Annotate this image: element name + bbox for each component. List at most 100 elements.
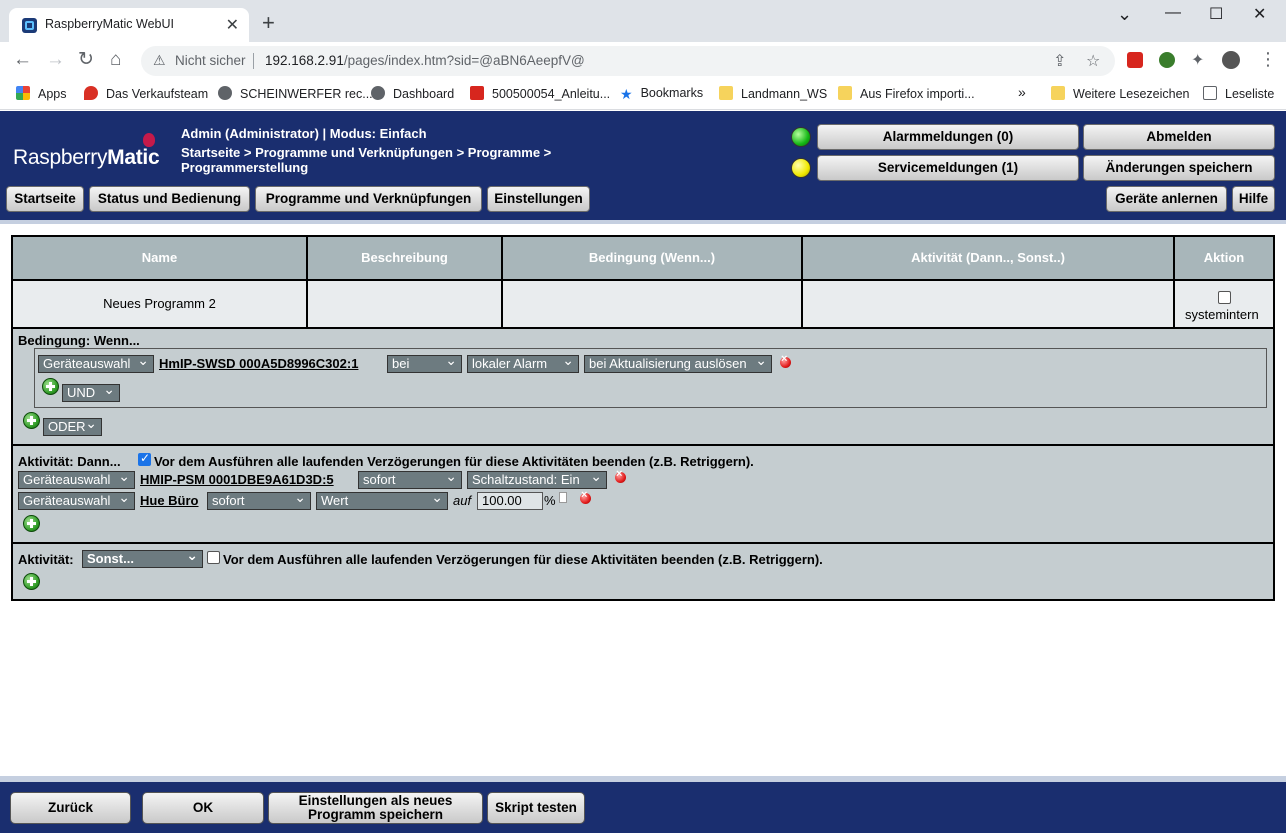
then-retrigger-label: Vor dem Ausführen alle laufenden Verzöge… xyxy=(154,454,754,469)
add-or-condition-icon[interactable] xyxy=(23,412,40,429)
condition-title: Bedingung: Wenn... xyxy=(18,333,140,348)
systemintern-checkbox[interactable] xyxy=(1218,291,1231,304)
col-header-name: Name xyxy=(13,237,308,279)
else-mode-select[interactable]: Sonst... xyxy=(82,550,203,568)
condition-trigger-select[interactable]: bei Aktualisierung auslösen xyxy=(584,355,772,373)
else-retrigger-checkbox[interactable] xyxy=(207,551,220,564)
share-icon[interactable]: ⇪ xyxy=(1053,51,1066,71)
back-arrow-icon[interactable]: ← xyxy=(13,50,32,70)
then-device-link-2[interactable]: Hue Büro xyxy=(140,493,199,508)
pdf-extension-icon[interactable] xyxy=(1127,52,1143,68)
bookmark-anleitung[interactable]: 500500054_Anleitu... xyxy=(470,86,610,101)
then-device-link-1[interactable]: HMIP-PSM 0001DBE9A61D3D:5 xyxy=(140,472,334,487)
close-window-icon[interactable]: ✕ xyxy=(1253,4,1266,24)
address-separator xyxy=(253,53,254,69)
logout-button[interactable]: Abmelden xyxy=(1083,124,1275,150)
profile-avatar-icon[interactable] xyxy=(1222,51,1240,69)
then-device-select-2[interactable]: Geräteauswahl xyxy=(18,492,135,510)
then-value-select-2[interactable]: Wert xyxy=(316,492,448,510)
extensions-puzzle-icon[interactable]: ✦ xyxy=(1191,51,1204,71)
help-button[interactable]: Hilfe xyxy=(1232,186,1275,212)
url-text[interactable]: 192.168.2.91/pages/index.htm?sid=@aBN6Ae… xyxy=(265,53,585,68)
nav-settings-button[interactable]: Einstellungen xyxy=(487,186,590,212)
bookmark-firefox-import[interactable]: Aus Firefox importi... xyxy=(838,86,975,101)
maximize-window-icon[interactable]: ☐ xyxy=(1209,4,1223,24)
bookmark-dashboard[interactable]: Dashboard xyxy=(371,86,454,101)
delete-condition-icon[interactable] xyxy=(780,353,791,368)
vpn-extension-icon[interactable] xyxy=(1159,52,1175,68)
pdf-icon xyxy=(470,86,484,100)
reload-icon[interactable]: ↻ xyxy=(78,50,94,70)
browser-toolbar: ← → ↻ ⌂ ⚠ Nicht sicher 192.168.2.91/page… xyxy=(0,42,1286,80)
else-section: Aktivität: Sonst... Vor dem Ausführen al… xyxy=(13,542,1273,599)
condition-parameter-select[interactable]: lokaler Alarm xyxy=(467,355,579,373)
note-icon[interactable] xyxy=(559,492,567,503)
tab-close-icon[interactable]: ✕ xyxy=(226,15,239,35)
bookmark-landmann[interactable]: Landmann_WS xyxy=(719,86,827,101)
add-then-activity-icon[interactable] xyxy=(23,515,40,532)
nav-programs-button[interactable]: Programme und Verknüpfungen xyxy=(255,186,482,212)
apps-grid-icon xyxy=(16,86,30,100)
add-else-activity-icon[interactable] xyxy=(23,573,40,590)
else-retrigger-label: Vor dem Ausführen alle laufenden Verzöge… xyxy=(223,552,823,567)
tab-search-icon[interactable]: ⌄ xyxy=(1117,4,1132,25)
save-as-new-program-button[interactable]: Einstellungen als neues Programm speiche… xyxy=(268,792,483,824)
alarm-messages-button[interactable]: Alarmmeldungen (0) xyxy=(817,124,1079,150)
bookmarks-bar: Apps Das Verkaufsteam SCHEINWERFER rec..… xyxy=(0,80,1286,110)
program-condition-cell xyxy=(503,279,803,327)
then-value-select-1[interactable]: Schaltzustand: Ein xyxy=(467,471,607,489)
bookmark-scheinwerfer[interactable]: SCHEINWERFER rec... xyxy=(218,86,373,101)
folder-icon xyxy=(719,86,733,100)
delete-then-row-2-icon[interactable] xyxy=(580,489,591,504)
and-operator-select[interactable]: UND xyxy=(62,384,120,402)
else-title: Aktivität: xyxy=(18,552,74,567)
condition-device-select[interactable]: Geräteauswahl xyxy=(38,355,154,373)
forward-arrow-icon[interactable]: → xyxy=(46,50,65,70)
bookmark-star-icon[interactable]: ☆ xyxy=(1086,51,1100,71)
back-button[interactable]: Zurück xyxy=(10,792,131,824)
then-value-input-2[interactable]: 100.00 xyxy=(477,492,543,510)
col-header-description: Beschreibung xyxy=(308,237,503,279)
new-tab-icon[interactable]: + xyxy=(262,12,275,34)
program-name[interactable]: Neues Programm 2 xyxy=(103,296,216,311)
bookmark-bookmarks[interactable]: ★ Bookmarks xyxy=(620,86,703,102)
app-header: RaspberryMatic Admin (Administrator) | M… xyxy=(0,111,1286,220)
save-changes-button[interactable]: Änderungen speichern xyxy=(1083,155,1275,181)
nav-home-button[interactable]: Startseite xyxy=(6,186,84,212)
program-activity-cell xyxy=(803,279,1175,327)
address-bar[interactable]: ⚠ Nicht sicher 192.168.2.91/pages/index.… xyxy=(141,46,1115,76)
bookmark-verkaufsteam[interactable]: Das Verkaufsteam xyxy=(84,86,208,101)
program-description-cell[interactable] xyxy=(308,279,503,327)
or-operator-select[interactable]: ODER xyxy=(43,418,102,436)
user-mode-info: Admin (Administrator) | Modus: Einfach xyxy=(181,126,427,141)
then-timing-select-2[interactable]: sofort xyxy=(207,492,311,510)
test-script-button[interactable]: Skript testen xyxy=(487,792,585,824)
then-timing-select-1[interactable]: sofort xyxy=(358,471,462,489)
header-divider xyxy=(0,220,1286,224)
more-bookmarks-icon[interactable]: » xyxy=(1018,84,1026,100)
delete-then-row-1-icon[interactable] xyxy=(615,468,626,483)
nav-status-button[interactable]: Status und Bedienung xyxy=(89,186,250,212)
program-name-cell[interactable]: Neues Programm 2 xyxy=(13,279,308,327)
service-messages-button[interactable]: Servicemeldungen (1) xyxy=(817,155,1079,181)
browser-menu-icon[interactable]: ⋮ xyxy=(1259,49,1277,69)
bookmark-apps[interactable]: Apps xyxy=(16,86,67,101)
teach-devices-button[interactable]: Geräte anlernen xyxy=(1106,186,1227,212)
url-host: 192.168.2.91 xyxy=(265,53,344,68)
browser-tab[interactable]: RaspberryMatic WebUI ✕ xyxy=(9,8,249,42)
reading-list[interactable]: Leseliste xyxy=(1203,86,1274,101)
raspberrymatic-favicon-icon xyxy=(22,18,37,33)
home-icon[interactable]: ⌂ xyxy=(110,50,121,70)
ok-button[interactable]: OK xyxy=(142,792,264,824)
browser-tabstrip: RaspberryMatic WebUI ✕ + ⌄ — ☐ ✕ xyxy=(0,0,1286,42)
then-device-select-1[interactable]: Geräteauswahl xyxy=(18,471,135,489)
condition-group: Geräteauswahl HmIP-SWSD 000A5D8996C302:1… xyxy=(34,348,1267,408)
col-header-action: Aktion xyxy=(1175,237,1273,279)
add-and-condition-icon[interactable] xyxy=(42,378,59,395)
condition-device-link[interactable]: HmIP-SWSD 000A5D8996C302:1 xyxy=(159,356,358,371)
condition-operator-select[interactable]: bei xyxy=(387,355,462,373)
percent-unit-label: % xyxy=(544,493,556,508)
minimize-window-icon[interactable]: — xyxy=(1165,4,1181,22)
bookmark-other[interactable]: Weitere Lesezeichen xyxy=(1051,86,1190,101)
then-retrigger-checkbox[interactable] xyxy=(138,451,151,466)
